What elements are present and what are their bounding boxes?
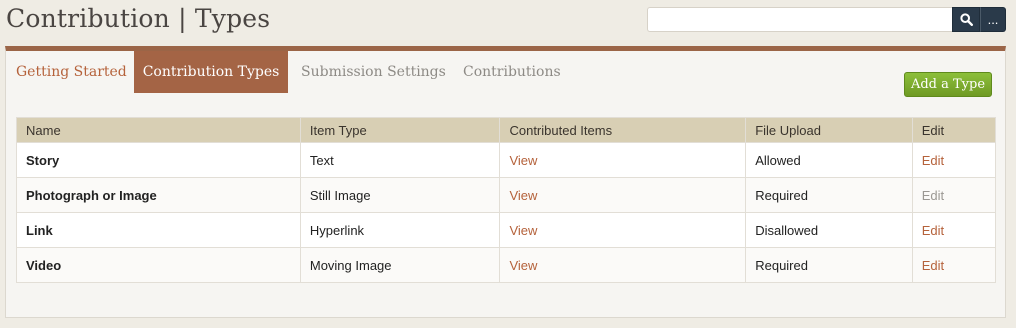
item-type: Text — [299, 142, 501, 178]
type-name: Photograph or Image — [16, 177, 301, 213]
item-type: Hyperlink — [299, 212, 501, 248]
view-link[interactable]: View — [509, 258, 537, 273]
edit-cell: Edit — [911, 212, 997, 248]
edit-cell: Edit — [911, 247, 997, 283]
search-input[interactable] — [647, 7, 952, 32]
file-upload-value: Disallowed — [745, 212, 913, 248]
item-type: Still Image — [299, 177, 501, 213]
view-link[interactable]: View — [509, 223, 537, 238]
view-cell: View — [499, 142, 747, 178]
tab-getting-started[interactable]: Getting Started — [16, 51, 127, 93]
tab-contributions[interactable]: Contributions — [463, 51, 561, 93]
advanced-search-button[interactable]: ... — [980, 7, 1006, 32]
view-link[interactable]: View — [509, 153, 537, 168]
type-name: Video — [16, 247, 301, 283]
view-cell: View — [499, 212, 747, 248]
file-upload-value: Required — [745, 247, 913, 283]
view-cell: View — [499, 177, 747, 213]
search-button[interactable] — [952, 7, 980, 32]
add-type-button[interactable]: Add a Type — [904, 72, 992, 97]
file-upload-value: Required — [745, 177, 913, 213]
column-header-edit: Edit — [911, 117, 997, 143]
tab-contribution-types[interactable]: Contribution Types — [134, 51, 288, 93]
table-row: Story Text View Allowed Edit — [16, 142, 997, 178]
edit-link[interactable]: Edit — [922, 258, 944, 273]
tab-submission-settings[interactable]: Submission Settings — [301, 51, 446, 93]
type-name: Link — [16, 212, 301, 248]
edit-cell: Edit — [911, 142, 997, 178]
view-link[interactable]: View — [509, 188, 537, 203]
contribution-types-table: Name Item Type Contributed Items File Up… — [16, 117, 997, 283]
search-icon — [959, 13, 973, 26]
table-row: Photograph or Image Still Image View Req… — [16, 177, 997, 213]
edit-cell: Edit — [911, 177, 997, 213]
edit-link[interactable]: Edit — [922, 153, 944, 168]
table-row: Video Moving Image View Required Edit — [16, 247, 997, 283]
edit-link-disabled: Edit — [921, 187, 945, 203]
item-type: Moving Image — [299, 247, 501, 283]
column-header-contributed-items: Contributed Items — [499, 117, 747, 143]
type-name: Story — [16, 142, 301, 178]
edit-link[interactable]: Edit — [922, 223, 944, 238]
page-title: Contribution | Types — [6, 4, 271, 33]
file-upload-value: Allowed — [745, 142, 913, 178]
table-row: Link Hyperlink View Disallowed Edit — [16, 212, 997, 248]
column-header-file-upload: File Upload — [745, 117, 913, 143]
column-header-item-type: Item Type — [299, 117, 501, 143]
view-cell: View — [499, 247, 747, 283]
column-header-name: Name — [16, 117, 301, 143]
table-header-row: Name Item Type Contributed Items File Up… — [16, 117, 997, 143]
